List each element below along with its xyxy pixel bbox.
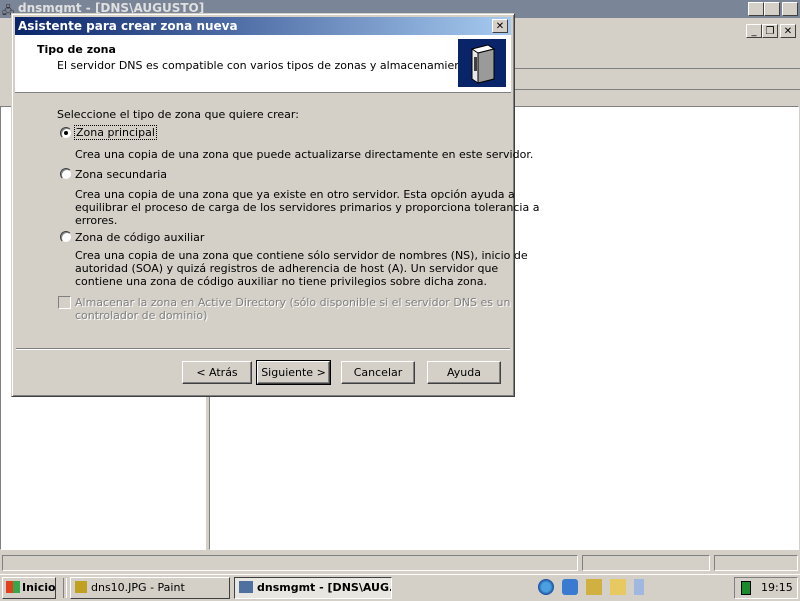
- stub-zone-description-line3: contiene una zona de código auxiliar no …: [75, 275, 487, 288]
- dialog-titlebar[interactable]: Asistente para crear zona nueva ✕: [15, 17, 511, 35]
- primary-zone-label-text: Zona principal: [74, 125, 157, 140]
- header-subtitle: El servidor DNS es compatible con varios…: [57, 59, 482, 72]
- button-separator: [16, 348, 510, 350]
- secondary-zone-radio[interactable]: [60, 168, 72, 180]
- minimize-button[interactable]: _: [748, 2, 764, 16]
- dialog-title: Asistente para crear zona nueva: [18, 19, 238, 33]
- cancel-button[interactable]: Cancelar: [341, 361, 415, 384]
- secondary-zone-label[interactable]: Zona secundaria: [75, 168, 167, 181]
- taskbar-item-paint-label: dns10.JPG - Paint: [91, 581, 185, 594]
- inner-close-button[interactable]: ✕: [780, 24, 796, 38]
- header-strip: [515, 72, 800, 90]
- dns-mmc-icon: [239, 581, 253, 593]
- stub-zone-label[interactable]: Zona de código auxiliar: [75, 231, 204, 244]
- taskbar-item-paint[interactable]: dns10.JPG - Paint: [70, 577, 230, 599]
- taskbar: Inicio dns10.JPG - Paint dnsmgmt - [DNS\…: [0, 574, 800, 601]
- start-button[interactable]: Inicio: [2, 577, 56, 599]
- radio-selected-dot: [64, 131, 68, 135]
- status-cell-main: [2, 555, 578, 571]
- inner-minimize-button[interactable]: _: [746, 24, 762, 38]
- new-zone-wizard-dialog: Asistente para crear zona nueva ✕ Tipo d…: [11, 13, 539, 397]
- back-button[interactable]: < Atrás: [182, 361, 252, 384]
- next-button[interactable]: Siguiente >: [256, 360, 331, 385]
- notepad-icon[interactable]: [634, 579, 644, 595]
- help-button[interactable]: Ayuda: [427, 361, 501, 384]
- restore-button[interactable]: ❐: [764, 2, 780, 16]
- store-in-ad-label-line2: controlador de dominio): [75, 309, 208, 322]
- app-icon[interactable]: [562, 579, 578, 595]
- status-cell-3: [714, 555, 798, 571]
- secondary-zone-description-line3: errores.: [75, 214, 118, 227]
- start-label: Inicio: [22, 581, 56, 594]
- toolbar-strip: [515, 44, 800, 69]
- clock[interactable]: 19:15: [761, 581, 793, 594]
- primary-zone-radio[interactable]: [60, 127, 72, 139]
- store-in-ad-checkbox[interactable]: [58, 296, 71, 309]
- tray-status-icon[interactable]: [741, 581, 751, 595]
- zone-type-prompt: Seleccione el tipo de zona que quiere cr…: [57, 108, 299, 121]
- stub-zone-radio[interactable]: [60, 231, 72, 243]
- status-bar: [0, 553, 800, 572]
- secondary-zone-description-line2: equilibrar el proceso de carga de los se…: [75, 201, 540, 214]
- stub-zone-description-line1: Crea una copia de una zona que contiene …: [75, 249, 528, 262]
- paint-icon: [75, 581, 87, 593]
- taskbar-item-dnsmgmt[interactable]: dnsmgmt - [DNS\AUG...: [234, 577, 392, 599]
- status-cell-2: [582, 555, 710, 571]
- wizard-header: Tipo de zona El servidor DNS es compatib…: [15, 35, 511, 93]
- primary-zone-label[interactable]: Zona principal: [74, 125, 157, 140]
- dialog-close-button[interactable]: ✕: [492, 19, 508, 33]
- quick-launch-area: [534, 575, 654, 601]
- taskbar-item-dnsmgmt-label: dnsmgmt - [DNS\AUG...: [257, 581, 392, 594]
- ie-icon[interactable]: [538, 579, 554, 595]
- stub-zone-description-line2: autoridad (SOA) y quizá registros de adh…: [75, 262, 499, 275]
- taskbar-divider: [63, 578, 67, 598]
- inner-restore-button[interactable]: ❐: [762, 24, 778, 38]
- recycle-icon[interactable]: [586, 579, 602, 595]
- windows-logo-icon: [6, 581, 20, 593]
- folder-icon[interactable]: [610, 579, 626, 595]
- header-title: Tipo de zona: [37, 43, 116, 56]
- secondary-zone-description-line1: Crea una copia de una zona que ya existe…: [75, 188, 515, 201]
- primary-zone-description: Crea una copia de una zona que puede act…: [75, 148, 534, 161]
- dns-server-icon: [458, 39, 506, 87]
- store-in-ad-label-line1: Almacenar la zona en Active Directory (s…: [75, 296, 511, 309]
- system-tray: 19:15: [734, 577, 798, 599]
- close-button[interactable]: ✕: [782, 2, 798, 16]
- inner-window-controls: _ ❐ ✕: [744, 24, 798, 40]
